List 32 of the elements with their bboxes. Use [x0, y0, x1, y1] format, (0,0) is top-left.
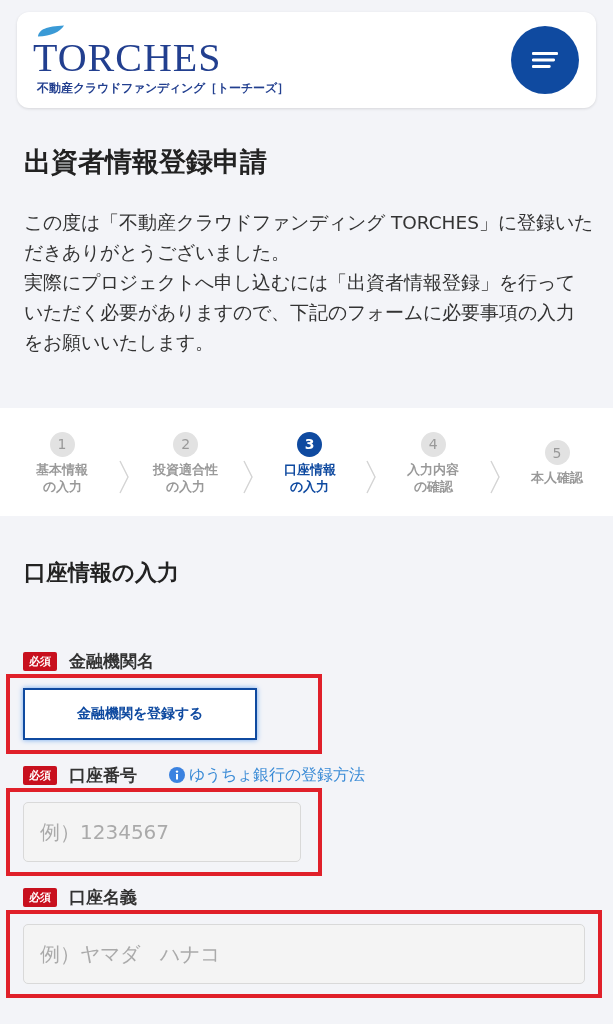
account-holder-field[interactable]: 例）ヤマダ ハナコ — [23, 924, 585, 984]
required-badge: 必須 — [23, 765, 57, 785]
step-label: 本人確認 — [531, 469, 583, 486]
step-label: 入力内容 の確認 — [407, 460, 460, 495]
logo-tagline: 不動産クラウドファンディング［トーチーズ］ — [37, 81, 289, 96]
intro-paragraph: 実際にプロジェクトへ申し込むには「出資者情報登録」を行っていただく必要がありますので、下記のフォームに必要事項の入力をお願いいたします。 — [24, 271, 576, 355]
step-label: 基本情報 の入力 — [36, 460, 88, 495]
register-bank-button[interactable]: 金融機関を登録する — [23, 688, 257, 740]
required-badge: 必須 — [23, 887, 57, 907]
chevron-icon — [490, 460, 501, 494]
logo-text[interactable]: TORCHES — [33, 38, 222, 78]
menu-icon — [532, 51, 558, 69]
required-badge: 必須 — [23, 651, 57, 671]
section-title: 口座情報の入力 — [24, 559, 180, 587]
field-label: 口座名義 — [69, 885, 137, 909]
info-icon — [169, 767, 185, 783]
step-number: 3 — [297, 431, 322, 457]
chevron-icon — [242, 460, 253, 494]
leaf-icon — [37, 24, 65, 38]
step-number: 1 — [49, 431, 75, 457]
field-label: 金融機関名 — [69, 649, 154, 673]
account-number-field[interactable]: 例）1234567 — [23, 802, 301, 862]
page-title: 出資者情報登録申請 — [24, 145, 268, 179]
step-number: 5 — [544, 440, 570, 465]
chevron-icon — [118, 460, 129, 494]
intro-paragraph: この度は「不動産クラウドファンディング TORCHES」に登録いただきありがとうございました。 — [24, 211, 593, 265]
field-label: 口座番号 — [69, 763, 137, 787]
step-number: 2 — [173, 431, 199, 457]
step-label: 口座情報 の入力 — [283, 460, 336, 495]
step-label: 投資適合性 の入力 — [153, 460, 219, 495]
chevron-icon — [366, 460, 377, 494]
step-number: 4 — [420, 431, 446, 457]
